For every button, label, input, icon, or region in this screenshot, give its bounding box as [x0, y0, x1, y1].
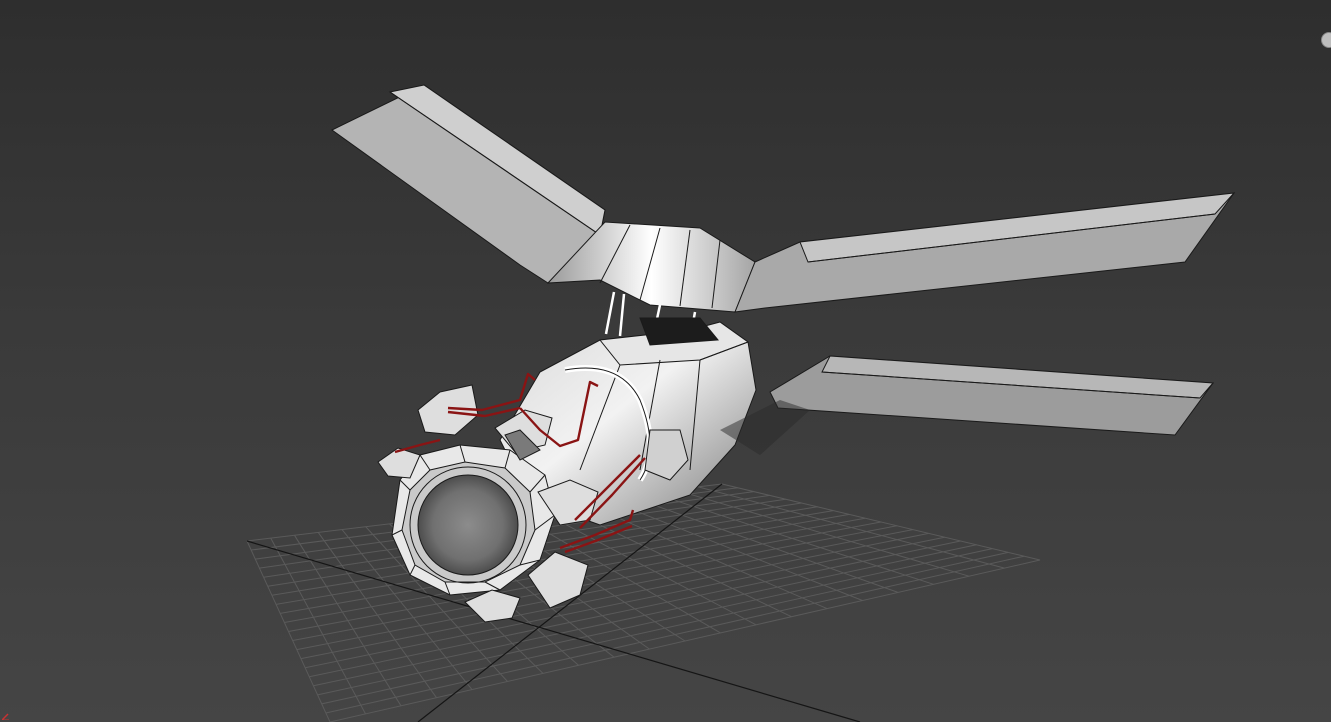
3d-viewport[interactable] — [0, 0, 1331, 722]
viewport-scene[interactable] — [0, 0, 1331, 722]
axis-gizmo-icon — [2, 713, 9, 720]
tail-fin[interactable] — [769, 355, 1215, 436]
grid-line — [721, 483, 1041, 561]
rotor-assembly[interactable] — [331, 84, 1236, 351]
thruster-bottom — [464, 589, 521, 623]
nozzle-core — [417, 474, 519, 576]
ground-grid — [246, 483, 1041, 722]
cockpit-window — [639, 317, 719, 346]
orbit-icon[interactable] — [1321, 32, 1331, 48]
